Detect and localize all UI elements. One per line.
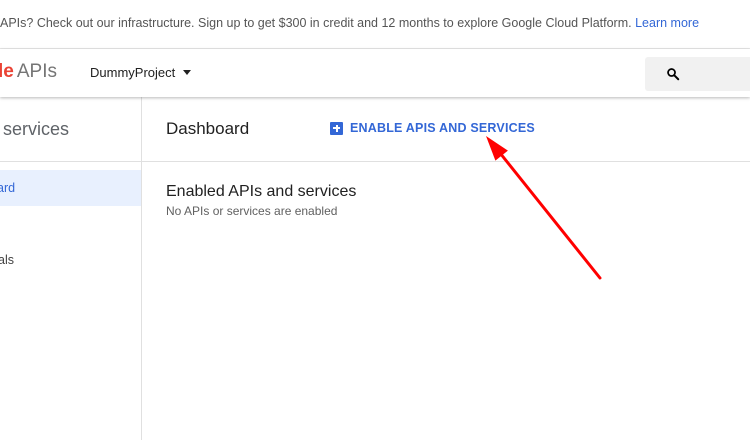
enable-apis-label: ENABLE APIS AND SERVICES — [350, 121, 535, 135]
promo-banner: APIs? Check out our infrastructure. Sign… — [0, 0, 750, 49]
top-header: le APIs DummyProject — [0, 49, 750, 97]
sidebar-divider — [0, 161, 142, 162]
sidebar-item-dashboard[interactable]: ard — [0, 170, 141, 206]
enabled-apis-empty-message: No APIs or services are enabled — [166, 204, 338, 218]
enable-apis-button[interactable]: ENABLE APIS AND SERVICES — [330, 121, 535, 135]
content-divider — [142, 161, 750, 162]
promo-text-line: APIs? Check out our infrastructure. Sign… — [0, 16, 699, 30]
logo-apis-text: APIs — [16, 61, 57, 82]
learn-more-link[interactable]: Learn more — [635, 16, 699, 30]
sidebar-item-credentials[interactable]: als — [0, 242, 141, 278]
plus-box-icon — [330, 121, 343, 135]
logo-google-partial: le — [0, 61, 14, 82]
google-apis-logo[interactable]: le APIs — [0, 61, 57, 83]
search-bar[interactable] — [645, 57, 750, 91]
sidebar-item-label: als — [0, 253, 14, 267]
search-icon — [667, 68, 680, 81]
sidebar-item-label: ard — [0, 181, 16, 195]
promo-message: APIs? Check out our infrastructure. Sign… — [0, 16, 632, 30]
enabled-apis-heading: Enabled APIs and services — [166, 183, 357, 200]
sidebar-title: & services — [0, 119, 70, 139]
caret-down-icon — [183, 70, 192, 75]
project-name: DummyProject — [90, 65, 176, 80]
project-selector[interactable]: DummyProject — [90, 65, 192, 80]
sidebar: & services ard als — [0, 97, 142, 440]
page-title: Dashboard — [166, 119, 250, 138]
